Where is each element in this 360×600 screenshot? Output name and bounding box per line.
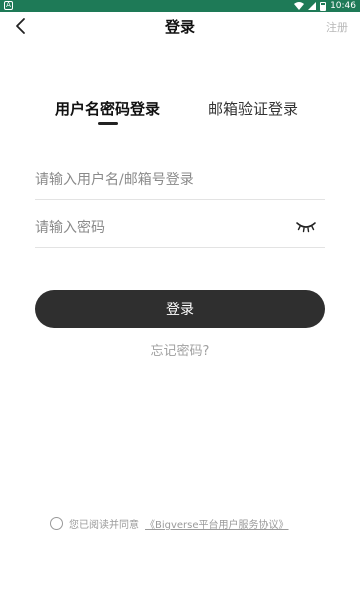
top-navigation-bar: 登录 注册 <box>0 12 360 40</box>
tab-email-verification-login[interactable]: 邮箱验证登录 <box>208 98 298 119</box>
agreement-prefix-text: 您已阅读并同意 <box>69 519 139 531</box>
notification-app-icon: A <box>4 1 13 10</box>
signal-icon <box>308 2 317 10</box>
agreement-row: 您已阅读并同意 《Bigverse平台用户服务协议》 <box>50 515 289 531</box>
password-field-container <box>35 208 325 248</box>
agreement-checkbox[interactable] <box>50 516 63 530</box>
login-button[interactable]: 登录 <box>35 290 325 328</box>
status-time: 10:46 <box>330 1 356 11</box>
status-bar: A 10:46 <box>0 0 360 12</box>
eye-closed-icon[interactable] <box>295 219 317 233</box>
register-link[interactable]: 注册 <box>326 19 348 35</box>
status-bar-right: 10:46 <box>294 0 356 12</box>
active-tab-indicator <box>98 122 118 125</box>
tab-username-password-login[interactable]: 用户名密码登录 <box>55 98 160 119</box>
login-method-tabs: 用户名密码登录 邮箱验证登录 <box>0 98 360 128</box>
password-input[interactable] <box>35 208 285 247</box>
username-input[interactable] <box>35 160 325 199</box>
service-agreement-link[interactable]: 《Bigverse平台用户服务协议》 <box>145 516 289 531</box>
wifi-icon <box>294 2 305 10</box>
forgot-password-link[interactable]: 忘记密码? <box>0 340 360 359</box>
page-title: 登录 <box>164 18 195 36</box>
username-field-container <box>35 160 325 200</box>
battery-icon <box>320 1 327 11</box>
